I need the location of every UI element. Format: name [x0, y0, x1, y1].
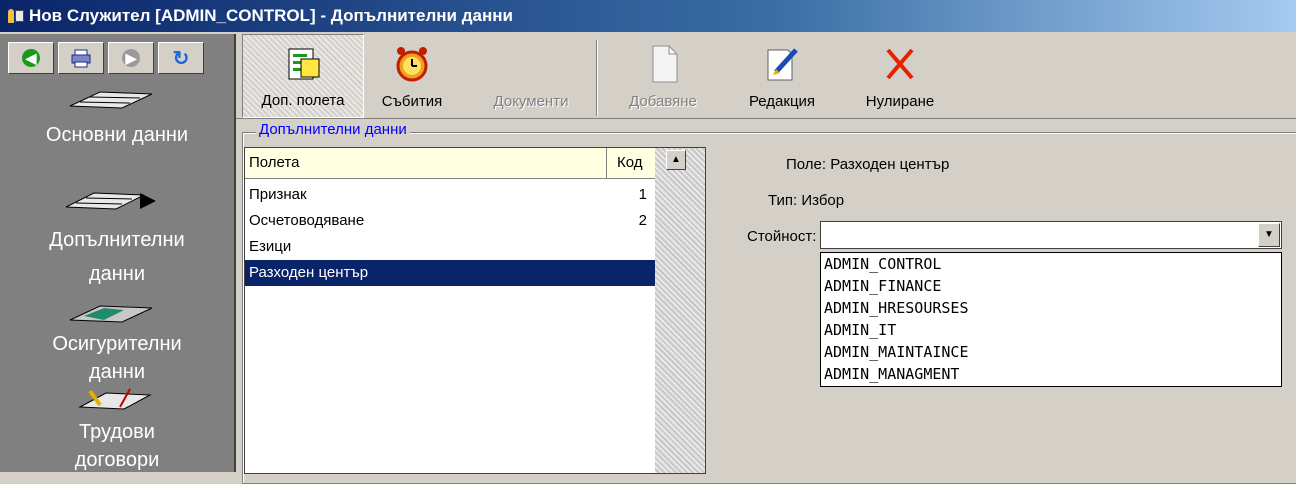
list-item[interactable]: Осчетоводяване 2	[245, 208, 655, 234]
add-button[interactable]: Добавяне	[608, 34, 718, 118]
value-combobox[interactable]: ▼	[820, 221, 1282, 249]
printer-icon	[71, 49, 91, 68]
refresh-icon: ↻	[172, 47, 190, 70]
sidebar-item-additional-data[interactable]: Допълнителни данни	[0, 223, 234, 291]
notebook-insurance-icon	[69, 305, 153, 323]
dropdown-option[interactable]: ADMIN_MANAGMENT	[821, 363, 1281, 385]
refresh-button[interactable]: ↻	[158, 42, 204, 74]
notebook-pen-icon	[78, 388, 152, 410]
dropdown-option[interactable]: ADMIN_HRESOURSES	[821, 297, 1281, 319]
field-name-label: Поле: Разходен център	[786, 156, 950, 173]
print-button[interactable]	[58, 42, 104, 74]
dropdown-option[interactable]: ADMIN_IT	[821, 319, 1281, 341]
notebook-icon	[69, 91, 153, 109]
fields-form-icon	[288, 48, 320, 80]
employee-card-icon	[8, 9, 24, 23]
dropdown-arrow-icon[interactable]: ▼	[1258, 223, 1280, 247]
back-arrow-icon: ◀	[22, 49, 40, 67]
list-scrollbar[interactable]: ▲	[655, 148, 705, 473]
window-title: Нов Служител [ADMIN_CONTROL] - Допълните…	[29, 6, 513, 25]
list-item[interactable]: Признак 1	[245, 182, 655, 208]
forward-arrow-icon: ▶	[122, 49, 140, 67]
edit-button[interactable]: Редакция	[730, 34, 834, 118]
sidebar-item-basic-data[interactable]: Основни данни	[0, 122, 234, 149]
list-header: Полета Код	[245, 148, 655, 179]
edit-pencil-icon	[767, 48, 798, 81]
dropdown-option[interactable]: ADMIN_FINANCE	[821, 275, 1281, 297]
sidebar: ◀ ▶ ↻ Основни данни Допълнителни данни О…	[0, 34, 236, 472]
list-item-selected[interactable]: Разходен център	[245, 260, 655, 286]
back-button[interactable]: ◀	[8, 42, 54, 74]
field-type-label: Тип: Избор	[768, 192, 845, 209]
forward-button[interactable]: ▶	[108, 42, 154, 74]
list-item[interactable]: Езици	[245, 234, 655, 260]
events-button[interactable]: Събития	[366, 34, 458, 118]
group-title: Допълнителни данни	[256, 121, 410, 138]
blank-document-icon	[652, 45, 678, 83]
additional-fields-button[interactable]: Доп. полета	[242, 34, 364, 118]
title-bar: Нов Служител [ADMIN_CONTROL] - Допълните…	[0, 0, 1296, 32]
red-x-icon	[886, 48, 914, 80]
nav-buttons: ◀ ▶ ↻	[8, 42, 204, 74]
fields-list[interactable]: Полета Код Признак 1 Осчетоводяване 2 Ез…	[244, 147, 706, 474]
alarm-clock-icon	[396, 47, 428, 82]
dropdown-option[interactable]: ADMIN_CONTROL	[821, 253, 1281, 275]
column-header-code[interactable]: Код	[607, 148, 655, 178]
dropdown-option[interactable]: ADMIN_MAINTAINCE	[821, 341, 1281, 363]
toolbar: Доп. полета Събития Документи Добавяне Р…	[236, 34, 1296, 119]
reset-button[interactable]: Нулиране	[848, 34, 952, 118]
sidebar-item-insurance-data[interactable]: Осигурителни данни	[0, 330, 234, 386]
scroll-up-arrow-icon[interactable]: ▲	[666, 150, 686, 170]
value-dropdown-list[interactable]: ADMIN_CONTROL ADMIN_FINANCE ADMIN_HRESOU…	[820, 252, 1282, 387]
toolbar-separator	[596, 40, 598, 116]
value-label: Стойност:	[747, 228, 817, 245]
sidebar-item-labor-contracts[interactable]: Трудови договори	[0, 418, 234, 474]
notebook-arrow-icon	[65, 192, 156, 210]
documents-button[interactable]: Документи	[476, 34, 586, 118]
column-header-fields[interactable]: Полета	[245, 148, 607, 178]
